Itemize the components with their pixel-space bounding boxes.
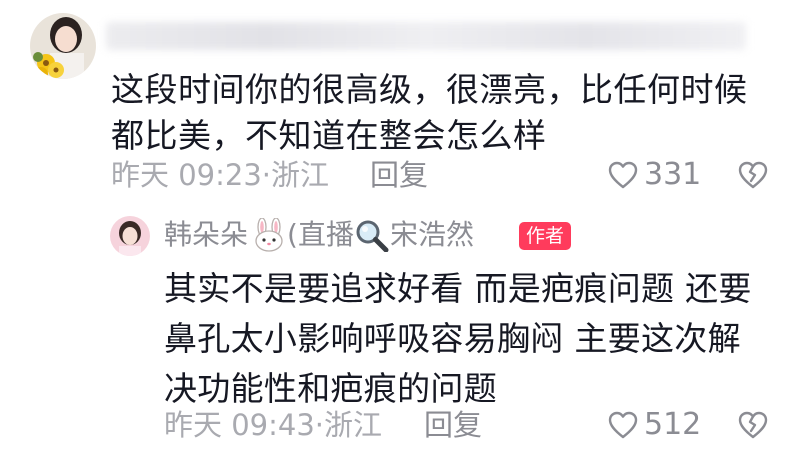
heart-outline-icon [608,161,638,189]
avatar-image [30,13,96,79]
rabbit-emoji-icon [255,218,283,252]
reply-author-avatar[interactable] [110,216,150,256]
reply-location: ·浙江 [314,408,383,442]
commenter-avatar[interactable] [30,13,96,79]
reply-reply-button[interactable]: 回复 [424,408,482,442]
comment-reply-button[interactable]: 回复 [370,158,428,192]
avatar-image [110,216,150,256]
reply-dislike-button[interactable] [738,411,768,443]
magnifier-emoji-icon [356,220,389,252]
broken-heart-icon [738,411,768,439]
author-badge: 作者 [519,222,572,250]
reply-author-name[interactable]: 韩朵朵 (直播 宋浩然 [164,216,474,254]
reply-meta: 昨天 09:43·浙江 [164,408,382,442]
reply-like-button[interactable]: 512 [608,408,701,442]
comment-location: ·浙江 [261,158,330,192]
comment-like-count: 331 [644,157,702,192]
broken-heart-icon [738,161,768,189]
reply-author-name-suffix-b: 宋浩然 [389,218,474,251]
comment-text: 这段时间你的很高级，很漂亮，比任何时候都比美，不知道在整会怎么样 [111,70,748,155]
reply-like-count: 512 [644,407,702,442]
comment-dislike-button[interactable] [738,161,768,193]
comment-like-button[interactable]: 331 [608,158,701,192]
reply-time: 昨天 09:43 [164,408,315,442]
commenter-name-redacted [106,22,746,50]
reply-author-name-suffix-a: (直播 [287,218,354,251]
reply-text: 其实不是要追求好看 而是疤痕问题 还要鼻孔太小影响呼吸容易胸闷 主要这次解决功能… [164,269,752,408]
heart-outline-icon [608,411,638,439]
comment-time: 昨天 09:23 [111,158,262,192]
comment-meta: 昨天 09:23·浙江 [111,158,329,192]
reply-author-name-text: 韩朵朵 [164,218,249,251]
